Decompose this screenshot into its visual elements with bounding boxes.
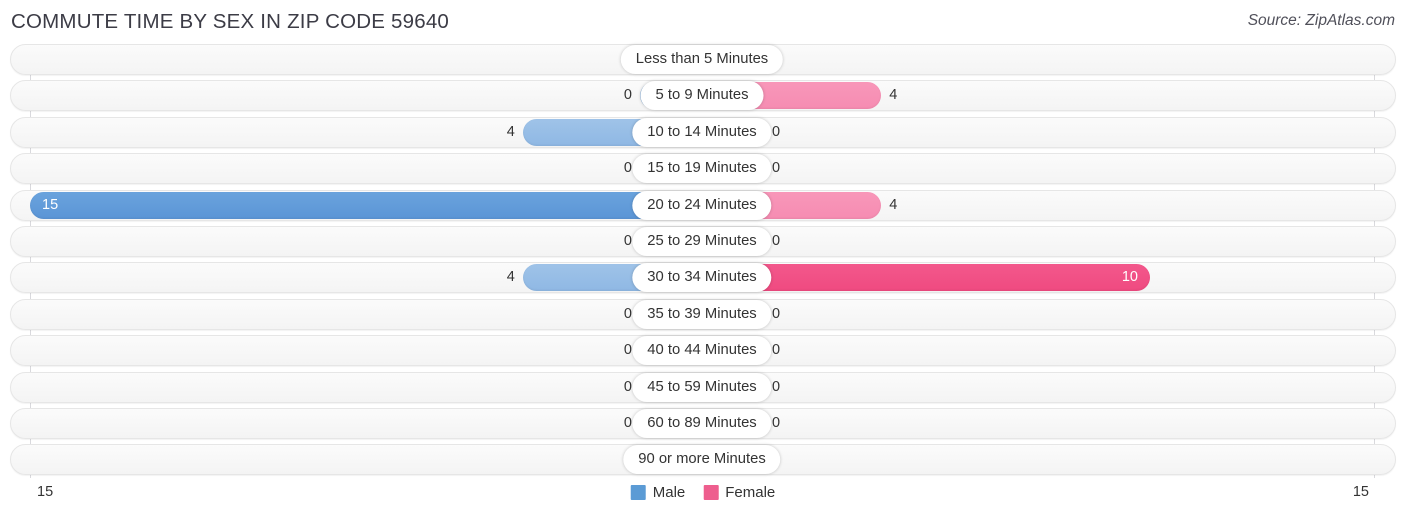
- value-label-male: 0: [623, 414, 632, 431]
- legend-item-male[interactable]: Male: [630, 484, 686, 501]
- page-title: COMMUTE TIME BY SEX IN ZIP CODE 59640: [11, 10, 450, 33]
- bar-rows: 00Less than 5 Minutes045 to 9 Minutes401…: [0, 44, 1406, 481]
- row-inner: 0 0 45 to 59 Minutes: [30, 372, 1374, 403]
- value-label-female: 4: [889, 87, 898, 104]
- value-label-male: 0: [623, 305, 632, 322]
- row-inner: 0 0 25 to 29 Minutes: [30, 226, 1374, 257]
- value-label-male: 0: [623, 342, 632, 359]
- category-label: 25 to 29 Minutes: [632, 226, 772, 256]
- category-label: 90 or more Minutes: [623, 445, 781, 475]
- category-label: 60 to 89 Minutes: [632, 408, 772, 438]
- category-label: 45 to 59 Minutes: [632, 372, 772, 402]
- value-label-female: 0: [772, 342, 781, 359]
- row-inner: 0 0 40 to 44 Minutes: [30, 335, 1374, 366]
- value-label-female: 0: [772, 160, 781, 177]
- row-inner: 0 4 5 to 9 Minutes: [30, 80, 1374, 111]
- bar-row: 0 0 25 to 29 Minutes: [0, 225, 1406, 257]
- row-inner: 0 0 15 to 19 Minutes: [30, 153, 1374, 184]
- category-label: Less than 5 Minutes: [620, 45, 784, 74]
- value-label-female: 4: [889, 196, 898, 213]
- bar-row: 0 0 15 to 19 Minutes: [0, 153, 1406, 185]
- row-inner: 4 10 30 to 34 Minutes: [30, 262, 1374, 293]
- value-label-female: 0: [772, 305, 781, 322]
- category-label: 10 to 14 Minutes: [632, 117, 772, 147]
- value-label-male: 4: [506, 269, 515, 286]
- category-label: 15 to 19 Minutes: [632, 154, 772, 184]
- value-label-male: 0: [623, 232, 632, 249]
- bar-male[interactable]: [30, 191, 702, 219]
- chart-header: COMMUTE TIME BY SEX IN ZIP CODE 59640 So…: [0, 0, 1406, 44]
- value-label-female: 10: [1121, 269, 1138, 286]
- bar-row: 4 0 10 to 14 Minutes: [0, 116, 1406, 148]
- bar-row: 0 0 60 to 89 Minutes: [0, 407, 1406, 439]
- value-label-male: 4: [506, 123, 515, 140]
- bar-row: 0090 or more Minutes: [0, 444, 1406, 476]
- bar-row: 0 0 35 to 39 Minutes: [0, 298, 1406, 330]
- category-label: 30 to 34 Minutes: [632, 263, 772, 293]
- row-inner: 0 0 35 to 39 Minutes: [30, 299, 1374, 330]
- bar-row: 0 0 45 to 59 Minutes: [0, 371, 1406, 403]
- bar-row: 0 0 40 to 44 Minutes: [0, 335, 1406, 367]
- value-label-female: 0: [772, 378, 781, 395]
- chart-plot-area: 00Less than 5 Minutes045 to 9 Minutes401…: [0, 44, 1406, 478]
- value-label-male: 0: [623, 87, 632, 104]
- row-inner: 00Less than 5 Minutes: [30, 44, 1374, 75]
- value-label-female: 0: [772, 444, 832, 475]
- category-label: 40 to 44 Minutes: [632, 336, 772, 366]
- legend-label-female: Female: [725, 484, 776, 501]
- value-label-male: 0: [623, 378, 632, 395]
- source-attribution: Source: ZipAtlas.com: [1247, 12, 1395, 29]
- legend-swatch-male-icon: [630, 485, 646, 500]
- chart-legend: Male Female: [630, 484, 775, 501]
- bar-row: 4 10 30 to 34 Minutes: [0, 262, 1406, 294]
- value-label-female: 0: [772, 232, 781, 249]
- chart-footer: 15 15 Male Female: [0, 478, 1406, 522]
- legend-swatch-female-icon: [703, 485, 719, 500]
- axis-max-left: 15: [37, 484, 54, 500]
- axis-max-right: 15: [1352, 484, 1369, 500]
- row-inner: 15 4 20 to 24 Minutes: [30, 190, 1374, 221]
- value-label-female: 0: [772, 414, 781, 431]
- bar-row: 15 4 20 to 24 Minutes: [0, 189, 1406, 221]
- row-inner: 4 0 10 to 14 Minutes: [30, 117, 1374, 148]
- value-label-male: 15: [42, 196, 59, 213]
- category-label: 5 to 9 Minutes: [640, 81, 764, 111]
- category-label: 20 to 24 Minutes: [632, 190, 772, 220]
- legend-item-female[interactable]: Female: [703, 484, 775, 501]
- category-label: 35 to 39 Minutes: [632, 299, 772, 329]
- row-inner: 0090 or more Minutes: [30, 444, 1374, 475]
- bar-row: 0 4 5 to 9 Minutes: [0, 80, 1406, 112]
- value-label-male: 0: [623, 160, 632, 177]
- value-label-female: 0: [772, 123, 781, 140]
- row-inner: 0 0 60 to 89 Minutes: [30, 408, 1374, 439]
- bar-row: 00Less than 5 Minutes: [0, 44, 1406, 75]
- legend-label-male: Male: [652, 484, 686, 501]
